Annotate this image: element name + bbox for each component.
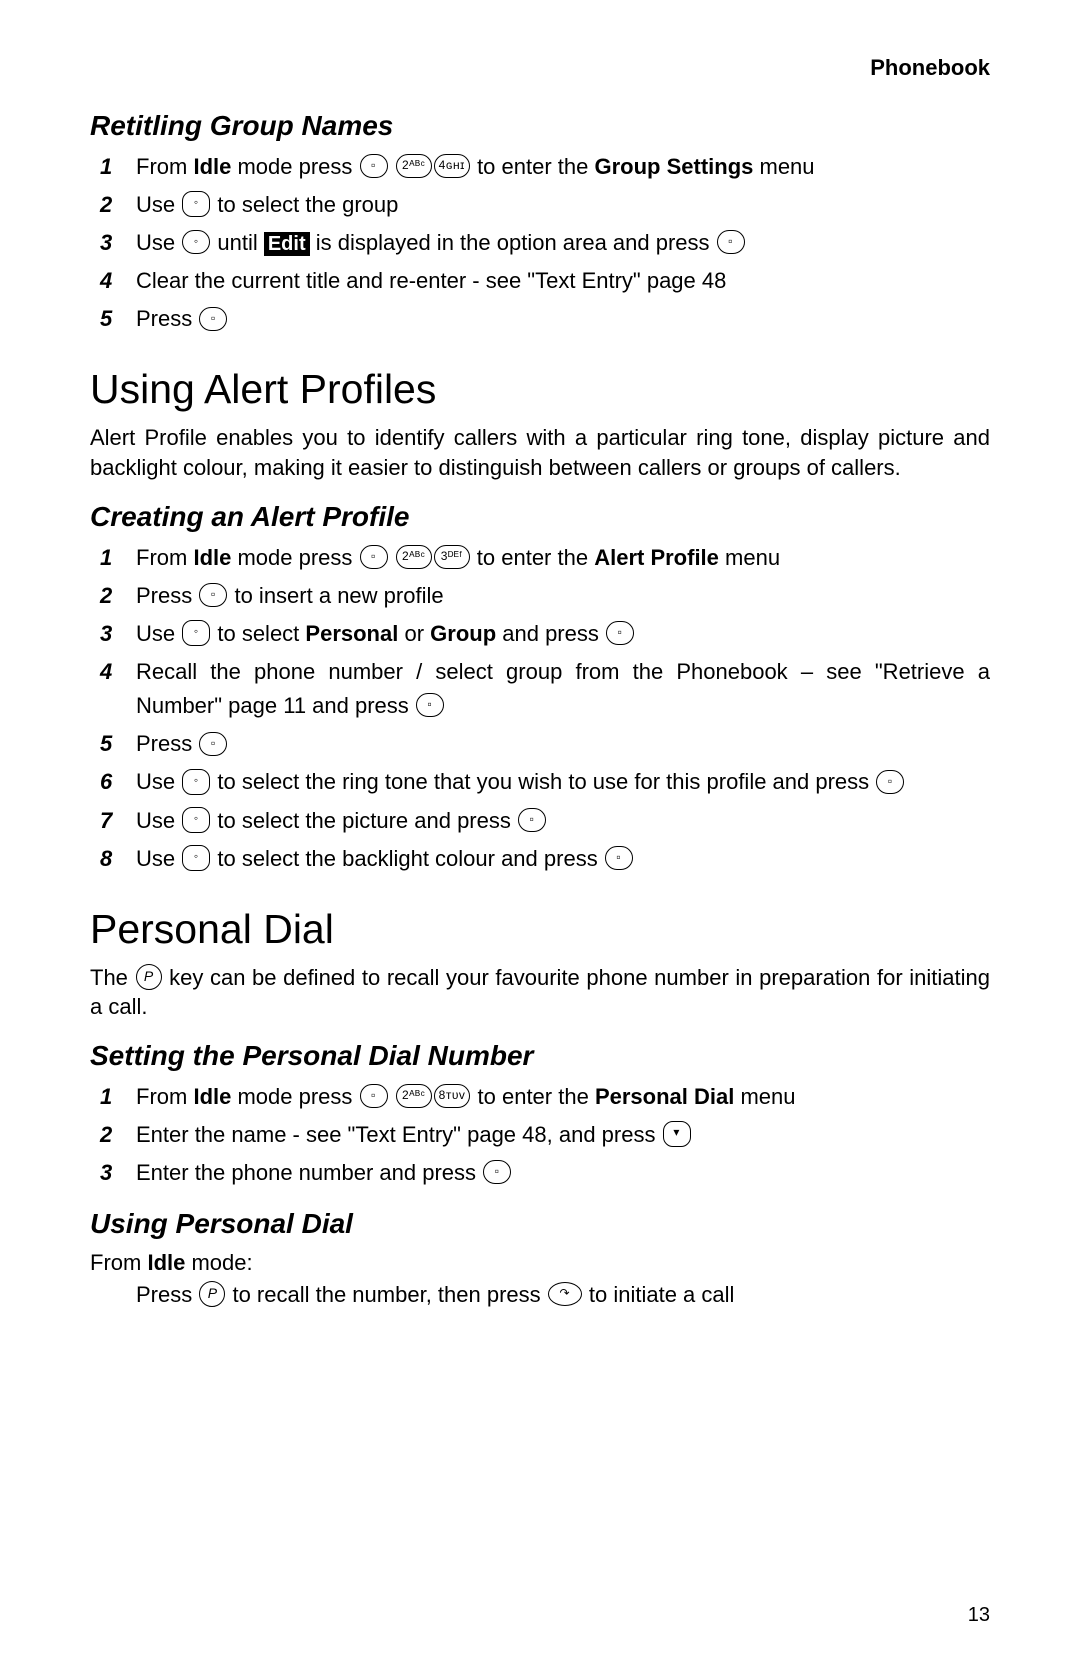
step: Press ▫ to insert a new profile	[90, 579, 990, 613]
softkey-icon: ▫	[876, 770, 904, 794]
step: From Idle mode press ▫ 2ᴬᴮᶜ4ɢʜɪ to enter…	[90, 150, 990, 184]
subheading-use-personal: Using Personal Dial	[90, 1208, 990, 1240]
softkey-icon: ▫	[360, 545, 388, 569]
step: Enter the name - see "Text Entry" page 4…	[90, 1118, 990, 1152]
softkey-icon: ▫	[717, 230, 745, 254]
softkey-icon: ▫	[360, 1084, 388, 1108]
step: Use ◦ until Edit is displayed in the opt…	[90, 226, 990, 260]
step: Use ◦ to select Personal or Group and pr…	[90, 617, 990, 651]
key-3-icon: 3ᴰᴱᶠ	[434, 545, 470, 569]
personal-steps: From Idle mode press ▫ 2ᴬᴮᶜ8ᴛᴜᴠ to enter…	[90, 1080, 990, 1190]
step: Use ◦ to select the ring tone that you w…	[90, 765, 990, 799]
step: Use ◦ to select the picture and press ▫	[90, 804, 990, 838]
softkey-icon: ▫	[483, 1160, 511, 1184]
key-8-icon: 8ᴛᴜᴠ	[434, 1084, 471, 1108]
step: Use ◦ to select the backlight colour and…	[90, 842, 990, 876]
step: From Idle mode press ▫ 2ᴬᴮᶜ8ᴛᴜᴠ to enter…	[90, 1080, 990, 1114]
softkey-icon: ▫	[605, 846, 633, 870]
use-line: Press P to recall the number, then press…	[90, 1278, 990, 1312]
alert-steps: From Idle mode press ▫ 2ᴬᴮᶜ3ᴰᴱᶠ to enter…	[90, 541, 990, 876]
nav-icon: ◦	[182, 769, 210, 795]
step: Press ▫	[90, 302, 990, 336]
call-key-icon: ↷	[548, 1282, 582, 1306]
step: Use ◦ to select the group	[90, 188, 990, 222]
personal-intro: The P key can be defined to recall your …	[90, 963, 990, 1022]
nav-icon: ◦	[182, 620, 210, 646]
softkey-icon: ▫	[416, 693, 444, 717]
step: Enter the phone number and press ▫	[90, 1156, 990, 1190]
key-2-icon: 2ᴬᴮᶜ	[396, 154, 432, 178]
softkey-icon: ▫	[199, 732, 227, 756]
alert-intro: Alert Profile enables you to identify ca…	[90, 423, 990, 482]
step: Clear the current title and re-enter - s…	[90, 264, 990, 298]
nav-icon: ◦	[182, 191, 210, 217]
softkey-icon: ▫	[199, 583, 227, 607]
page-number: 13	[968, 1604, 990, 1627]
p-key-icon: P	[136, 964, 162, 990]
heading-alert-profiles: Using Alert Profiles	[90, 366, 990, 413]
down-key-icon: ▾	[663, 1121, 691, 1147]
subheading-retitling: Retitling Group Names	[90, 110, 990, 142]
nav-icon: ◦	[182, 807, 210, 833]
nav-icon: ◦	[182, 230, 210, 254]
subheading-create-alert: Creating an Alert Profile	[90, 501, 990, 533]
retitling-steps: From Idle mode press ▫ 2ᴬᴮᶜ4ɢʜɪ to enter…	[90, 150, 990, 336]
subheading-set-personal: Setting the Personal Dial Number	[90, 1040, 990, 1072]
softkey-icon: ▫	[606, 621, 634, 645]
step: Press ▫	[90, 727, 990, 761]
key-4-icon: 4ɢʜɪ	[434, 154, 470, 178]
idle-line: From Idle mode:	[90, 1248, 990, 1278]
softkey-icon: ▫	[360, 154, 388, 178]
heading-personal-dial: Personal Dial	[90, 906, 990, 953]
step: From Idle mode press ▫ 2ᴬᴮᶜ3ᴰᴱᶠ to enter…	[90, 541, 990, 575]
softkey-icon: ▫	[518, 808, 546, 832]
softkey-icon: ▫	[199, 307, 227, 331]
edit-badge: Edit	[264, 232, 310, 256]
section-header: Phonebook	[870, 55, 990, 81]
step: Recall the phone number / select group f…	[90, 655, 990, 723]
nav-icon: ◦	[182, 845, 210, 871]
key-2-icon: 2ᴬᴮᶜ	[396, 1084, 432, 1108]
key-2-icon: 2ᴬᴮᶜ	[396, 545, 432, 569]
p-key-icon: P	[199, 1281, 225, 1307]
